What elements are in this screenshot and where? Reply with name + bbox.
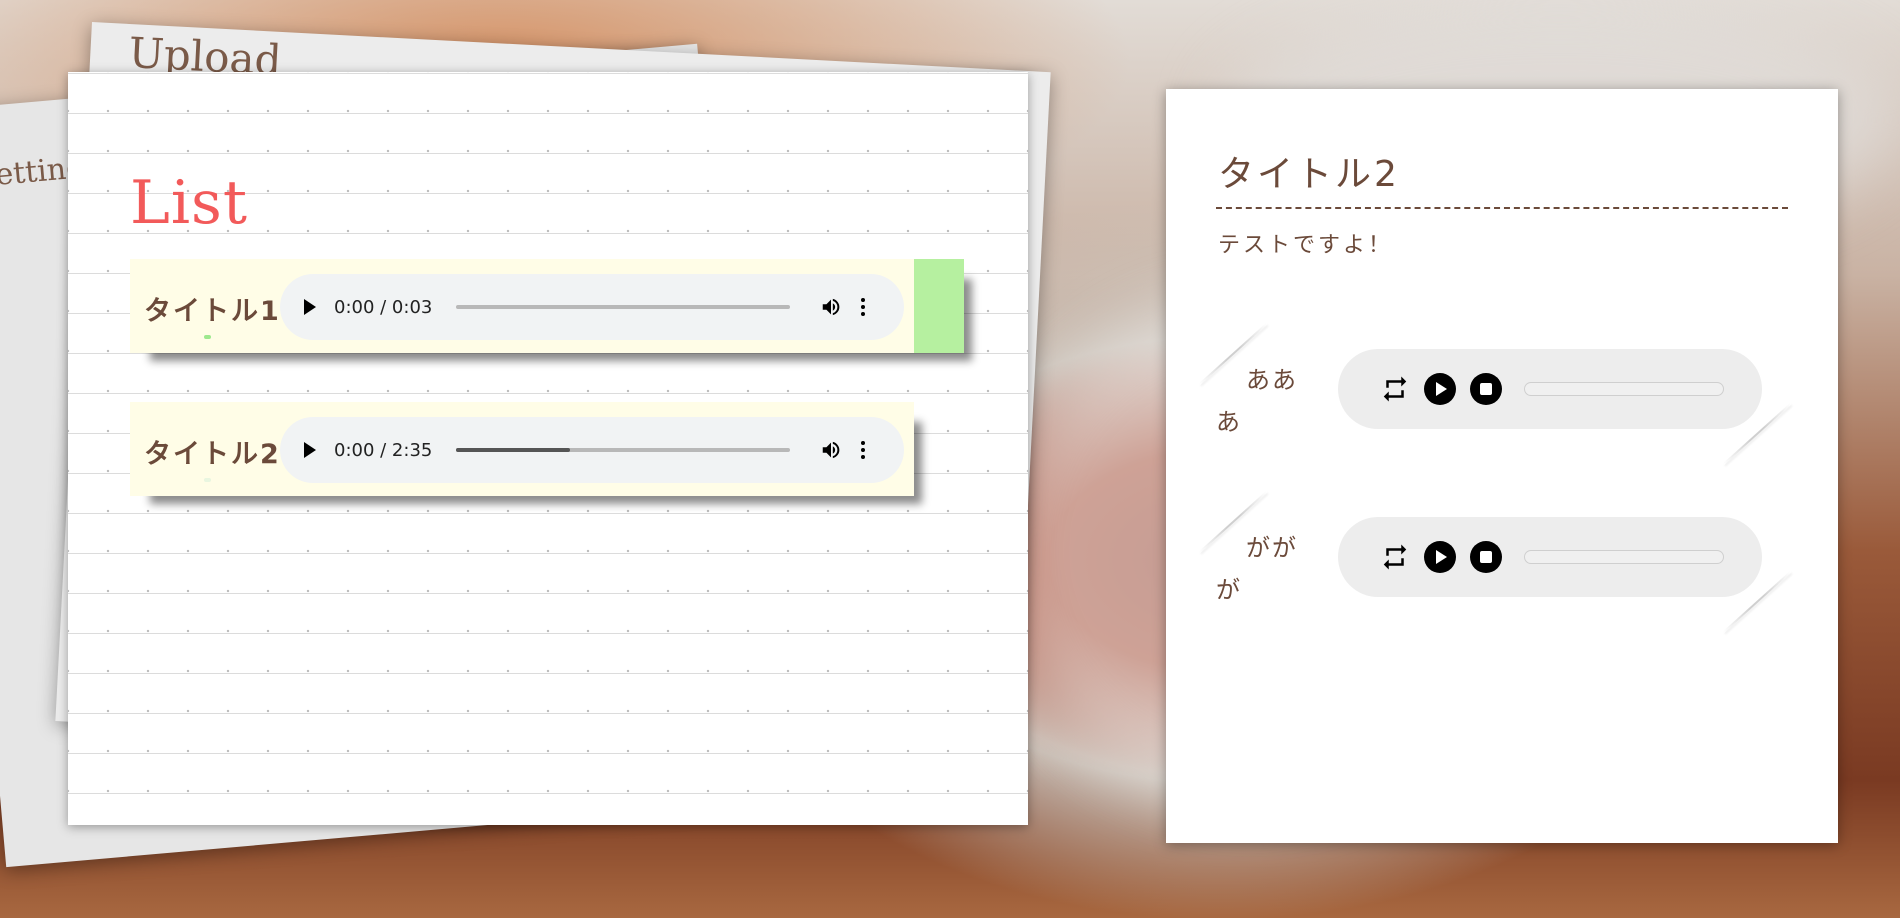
- track-title: タイトル2: [144, 439, 281, 470]
- volume-icon[interactable]: [820, 439, 842, 461]
- selected-indicator[interactable]: [914, 259, 964, 353]
- audio-player: 0:00 / 0:03: [280, 274, 904, 340]
- stop-icon[interactable]: [1470, 373, 1502, 405]
- track-row[interactable]: タイトル2 0:00 / 2:35: [130, 402, 914, 496]
- repeat-icon[interactable]: [1380, 542, 1410, 572]
- seek-progress: [456, 448, 570, 452]
- repeat-icon[interactable]: [1380, 374, 1410, 404]
- sound-player: [1338, 517, 1762, 597]
- sound-player: [1338, 349, 1762, 429]
- play-icon[interactable]: [1424, 541, 1456, 573]
- play-icon[interactable]: [1424, 373, 1456, 405]
- track-row[interactable]: タイトル1 0:00 / 0:03: [130, 259, 964, 353]
- seek-bar[interactable]: [456, 305, 790, 309]
- track-indicator-dot: [204, 478, 211, 482]
- play-icon[interactable]: [304, 442, 316, 458]
- divider: [1216, 207, 1788, 209]
- sound-label: ががが: [1216, 534, 1298, 604]
- detail-description: テストですよ！: [1218, 233, 1394, 258]
- sound-item: あああ: [1198, 317, 1798, 477]
- detail-card: タイトル2 テストですよ！ あああ ががが: [1166, 89, 1838, 843]
- sound-label: あああ: [1216, 366, 1298, 436]
- stop-icon[interactable]: [1470, 541, 1502, 573]
- sound-item: ががが: [1198, 485, 1798, 645]
- list-paper: List タイトル1 0:00 / 0:03 タイトル2 0:00 / 2:35: [68, 72, 1028, 825]
- more-options-icon[interactable]: [860, 298, 866, 316]
- track-indicator-dot: [204, 335, 211, 339]
- list-heading: List: [130, 168, 248, 238]
- audio-player: 0:00 / 2:35: [280, 417, 904, 483]
- audio-time: 0:00 / 2:35: [334, 439, 433, 461]
- sound-progress-bar[interactable]: [1524, 550, 1724, 564]
- track-title: タイトル1: [144, 296, 281, 327]
- volume-icon[interactable]: [820, 296, 842, 318]
- more-options-icon[interactable]: [860, 441, 866, 459]
- detail-title: タイトル2: [1218, 154, 1400, 195]
- seek-bar[interactable]: [456, 448, 790, 452]
- play-icon[interactable]: [304, 299, 316, 315]
- sound-progress-bar[interactable]: [1524, 382, 1724, 396]
- audio-time: 0:00 / 0:03: [334, 296, 433, 318]
